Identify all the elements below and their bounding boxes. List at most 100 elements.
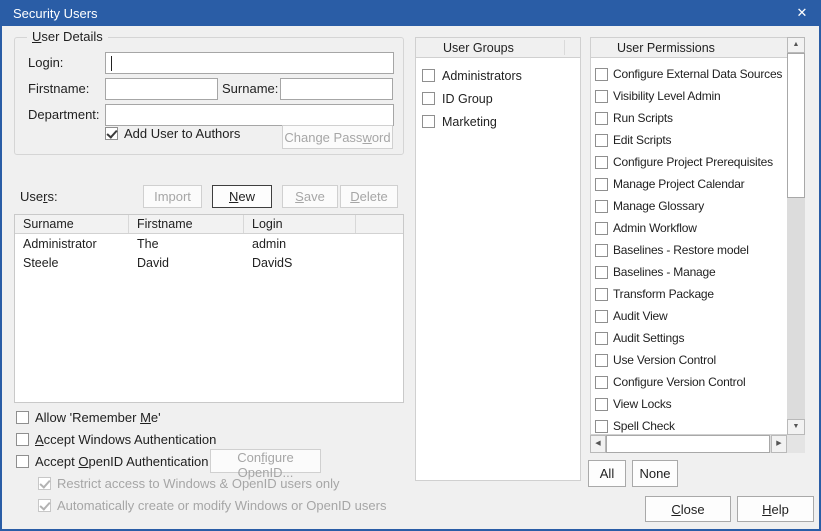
checkbox-icon — [595, 134, 608, 147]
permission-item[interactable]: Baselines - Manage — [591, 261, 787, 283]
windows-auth-checkbox[interactable]: Accept Windows Authentication — [16, 432, 216, 447]
firstname-field[interactable] — [105, 78, 218, 100]
vertical-scroll-thumb[interactable] — [787, 53, 805, 198]
permission-label: Edit Scripts — [613, 133, 671, 147]
permission-item[interactable]: Configure Project Prerequisites — [591, 151, 787, 173]
permission-label: Manage Glossary — [613, 199, 704, 213]
horizontal-scrollbar[interactable]: ◀ ▶ — [590, 435, 787, 453]
scrollbar-corner — [787, 435, 805, 453]
permission-item[interactable]: View Locks — [591, 393, 787, 415]
column-header-login[interactable]: Login — [244, 215, 356, 233]
permission-label: Admin Workflow — [613, 221, 697, 235]
cell-surname: Administrator — [15, 237, 129, 253]
permission-item[interactable]: Use Version Control — [591, 349, 787, 371]
checkbox-icon — [595, 244, 608, 257]
permission-label: Transform Package — [613, 287, 714, 301]
remember-me-checkbox[interactable]: Allow 'Remember Me' — [16, 410, 161, 425]
permission-item[interactable]: Manage Glossary — [591, 195, 787, 217]
cell-login: DavidS — [244, 256, 356, 272]
user-groups-list: Administrators ID Group Marketing — [416, 58, 580, 133]
restrict-access-checkbox[interactable]: Restrict access to Windows & OpenID user… — [38, 476, 340, 491]
permission-label: Configure Version Control — [613, 375, 745, 389]
checkbox-icon — [595, 332, 608, 345]
openid-auth-label: Accept OpenID Authentication — [35, 454, 208, 469]
vertical-scrollbar[interactable]: ▲ ▼ — [787, 37, 805, 435]
delete-button[interactable]: Delete — [340, 185, 398, 208]
permission-item[interactable]: Run Scripts — [591, 107, 787, 129]
permission-item[interactable]: Configure External Data Sources — [591, 63, 787, 85]
scroll-left-icon[interactable]: ◀ — [590, 435, 606, 453]
permission-item[interactable]: Configure Version Control — [591, 371, 787, 393]
surname-field[interactable] — [280, 78, 393, 100]
dialog-title: Security Users — [13, 6, 98, 21]
checkbox-icon — [595, 68, 608, 81]
department-field[interactable] — [105, 104, 394, 126]
scroll-right-icon[interactable]: ▶ — [771, 435, 787, 453]
group-item-marketing[interactable]: Marketing — [416, 110, 580, 133]
change-password-button[interactable]: Change Password — [282, 125, 393, 149]
close-icon[interactable]: ✕ — [794, 5, 810, 21]
checkbox-check-icon — [105, 127, 118, 140]
user-permissions-listbox: User Permissions Configure External Data… — [590, 37, 788, 435]
checkbox-icon — [595, 222, 608, 235]
new-button[interactable]: New — [212, 185, 272, 208]
checkbox-icon — [422, 92, 435, 105]
permission-item[interactable]: Manage Project Calendar — [591, 173, 787, 195]
all-button[interactable]: All — [588, 460, 626, 487]
checkbox-icon — [595, 398, 608, 411]
checkbox-icon — [595, 354, 608, 367]
title-bar[interactable]: Security Users ✕ — [0, 0, 821, 26]
column-header-firstname[interactable]: Firstname — [129, 215, 244, 233]
checkbox-icon — [595, 266, 608, 279]
table-row[interactable]: Administrator The admin — [15, 234, 403, 253]
auto-create-checkbox[interactable]: Automatically create or modify Windows o… — [38, 498, 386, 513]
permission-item[interactable]: Audit View — [591, 305, 787, 327]
checkbox-icon — [16, 433, 29, 446]
permission-label: Spell Check — [613, 419, 675, 433]
group-item-id-group[interactable]: ID Group — [416, 87, 580, 110]
column-header-surname[interactable]: Surname — [15, 215, 129, 233]
cell-firstname: The — [129, 237, 244, 253]
close-button[interactable]: Close — [645, 496, 731, 522]
column-header-empty[interactable] — [356, 215, 403, 233]
permission-label: Audit Settings — [613, 331, 684, 345]
help-button[interactable]: Help — [737, 496, 814, 522]
permission-item[interactable]: Audit Settings — [591, 327, 787, 349]
cell-surname: Steele — [15, 256, 129, 272]
save-button[interactable]: Save — [282, 185, 338, 208]
checkbox-icon — [595, 112, 608, 125]
import-button[interactable]: Import — [143, 185, 202, 208]
login-field[interactable] — [105, 52, 394, 74]
user-permissions-header: User Permissions — [591, 38, 787, 58]
remember-me-label: Allow 'Remember Me' — [35, 410, 161, 425]
configure-openid-button[interactable]: Configure OpenID... — [210, 449, 321, 473]
auto-create-label: Automatically create or modify Windows o… — [57, 498, 386, 513]
scroll-up-icon[interactable]: ▲ — [787, 37, 805, 53]
checkbox-icon — [595, 178, 608, 191]
horizontal-scroll-thumb[interactable] — [606, 435, 770, 453]
permission-item[interactable]: Edit Scripts — [591, 129, 787, 151]
checkbox-check-icon — [38, 477, 51, 490]
group-item-administrators[interactable]: Administrators — [416, 64, 580, 87]
permission-label: Baselines - Restore model — [613, 243, 749, 257]
security-users-dialog: Security Users ✕ User Details Login: Fir… — [0, 0, 821, 531]
permission-item[interactable]: Transform Package — [591, 283, 787, 305]
openid-auth-checkbox[interactable]: Accept OpenID Authentication — [16, 454, 208, 469]
table-row[interactable]: Steele David DavidS — [15, 253, 403, 272]
user-permissions-panel: User Permissions Configure External Data… — [590, 37, 806, 453]
users-table-header: Surname Firstname Login — [15, 215, 403, 234]
user-groups-header: User Groups — [416, 38, 580, 58]
checkbox-icon — [422, 115, 435, 128]
add-user-to-authors-checkbox[interactable]: Add User to Authors — [105, 126, 240, 141]
checkbox-icon — [595, 288, 608, 301]
users-label: Users: — [20, 189, 58, 204]
permission-item[interactable]: Spell Check — [591, 415, 787, 437]
scroll-down-icon[interactable]: ▼ — [787, 419, 805, 435]
permission-item[interactable]: Admin Workflow — [591, 217, 787, 239]
checkbox-icon — [16, 455, 29, 468]
login-label: Login: — [28, 55, 63, 70]
none-button[interactable]: None — [632, 460, 678, 487]
permission-item[interactable]: Visibility Level Admin — [591, 85, 787, 107]
department-label: Department: — [28, 107, 100, 122]
permission-item[interactable]: Baselines - Restore model — [591, 239, 787, 261]
